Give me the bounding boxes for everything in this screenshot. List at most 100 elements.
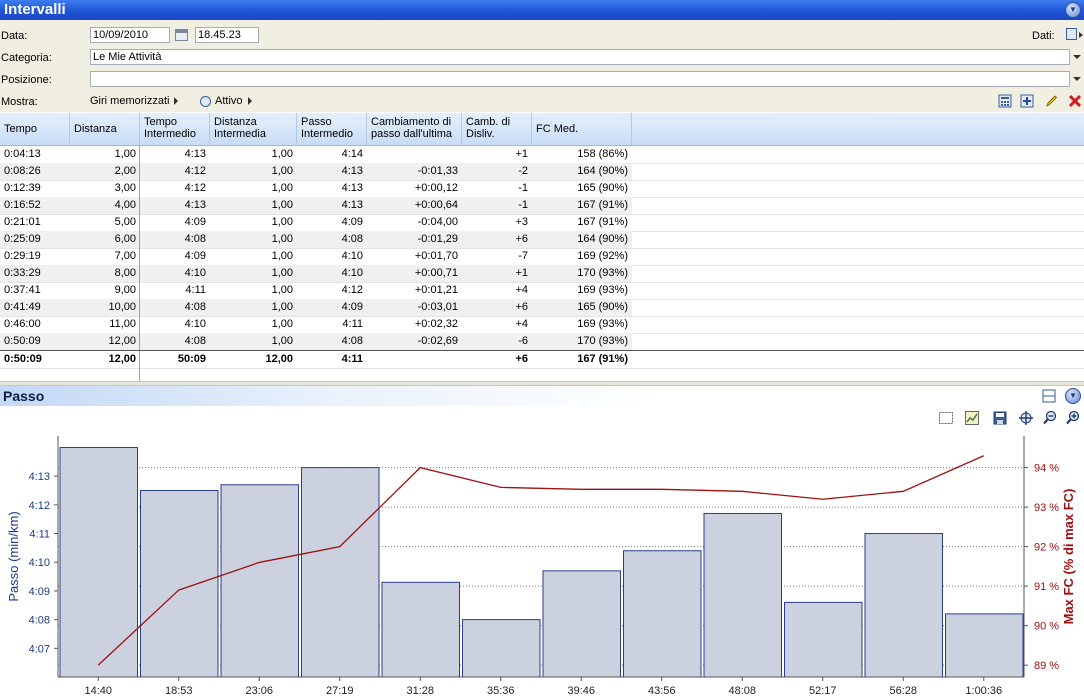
pace-chart[interactable]: 4:07 4:08 4:09 4:10 4:11 4:12 4:13 89 % 90 % 91 %… (0, 430, 1084, 700)
zoom-in-icon[interactable] (1065, 410, 1081, 426)
cell-passo-intermedio: 4:13 (341, 199, 363, 211)
cell-tempo-intermedio: 4:08 (184, 335, 206, 347)
cell-passo-intermedio: 4:14 (341, 148, 363, 160)
table-row[interactable]: 0:04:13 1,00 4:13 1,00 4:14 +1 158 (86%) (0, 146, 632, 163)
cell-tempo-intermedio: 4:08 (184, 233, 206, 245)
chevron-down-icon: ▼ (1069, 5, 1077, 14)
categoria-dropdown-arrow[interactable] (1073, 55, 1081, 59)
table-row[interactable]: 0:37:41 9,00 4:11 1,00 4:12 +0:01,21 +4 169 (93… (0, 282, 632, 299)
column-header-cambiamento-passo[interactable]: Cambiamento di passo dall'ultima (367, 113, 462, 145)
calculator-icon[interactable] (1066, 28, 1077, 40)
data-label: Data: (1, 30, 28, 42)
save-icon[interactable] (992, 410, 1008, 426)
cell-distanza-intermedia: 1,00 (271, 148, 293, 160)
posizione-label: Posizione: (1, 74, 52, 86)
right-axis-title: Max FC (% di max FC) (1061, 489, 1076, 625)
posizione-field[interactable] (90, 71, 1070, 87)
date-input[interactable]: 10/09/2010 (90, 27, 170, 43)
cell-tempo: 0:04:13 (4, 148, 41, 160)
pencil-icon[interactable] (1044, 94, 1058, 108)
cell-cambiamento-passo (367, 351, 462, 368)
calculator-icon[interactable] (998, 94, 1012, 108)
table-row[interactable]: 0:16:52 4,00 4:13 1,00 4:13 +0:00,64 -1 167 (91… (0, 197, 632, 214)
cell-fc-med: 158 (86%) (577, 148, 628, 160)
cell-distanza-intermedia: 1,00 (271, 318, 293, 330)
table-header: Tempo Distanza Tempo Intermedio Distanza In… (0, 113, 1084, 146)
left-tick-label: 4:07 (29, 643, 50, 655)
column-header-distanza[interactable]: Distanza (70, 113, 140, 145)
table-row[interactable]: 0:29:19 7,00 4:09 1,00 4:10 +0:01,70 -7 169 (92… (0, 248, 632, 265)
column-header-tempo[interactable]: Tempo (0, 113, 70, 145)
cell-passo-intermedio: 4:11 (342, 318, 363, 330)
add-row-icon[interactable] (1020, 94, 1034, 108)
left-tick-label: 4:08 (29, 615, 50, 627)
table-row[interactable]: 0:25:09 6,00 4:08 1,00 4:08 -0:01,29 +6 164 (90… (0, 231, 632, 248)
column-header-fc-med[interactable]: FC Med. (532, 113, 632, 145)
cell-tempo-intermedio: 4:08 (184, 301, 206, 313)
table-row[interactable]: 0:46:00 11,00 4:10 1,00 4:11 +0:02,32 +4 169 (9… (0, 316, 632, 333)
table-row[interactable]: 0:33:29 8,00 4:10 1,00 4:10 +0:00,71 +1 170 (93… (0, 265, 632, 282)
cell-tempo: 0:33:29 (4, 267, 41, 279)
frozen-column-divider (139, 145, 140, 381)
column-header-passo-intermedio[interactable]: Passo Intermedio (297, 113, 367, 145)
cell-cambiamento-passo: -0:02,69 (417, 335, 458, 347)
left-axis-title: Passo (min/km) (6, 511, 21, 601)
cell-distanza: 6,00 (114, 233, 136, 245)
cell-fc-med: 169 (93%) (577, 318, 628, 330)
categoria-field[interactable]: Le Mie Attività (90, 49, 1070, 65)
cell-distanza: 5,00 (114, 216, 136, 228)
cell-camb-disliv: +4 (515, 318, 528, 330)
bar-10 (864, 533, 943, 678)
collapse-panel-button[interactable]: ▼ (1065, 2, 1081, 18)
table-row[interactable]: 0:12:39 3,00 4:12 1,00 4:13 +0:00,12 -1 165 (90… (0, 180, 632, 197)
posizione-dropdown-arrow[interactable] (1073, 77, 1081, 81)
left-tick-label: 4:12 (29, 500, 50, 512)
cell-distanza: 2,00 (114, 165, 136, 177)
categoria-label: Categoria: (1, 52, 52, 64)
cell-tempo-intermedio: 4:10 (184, 318, 206, 330)
cell-tempo: 0:41:49 (4, 301, 41, 313)
column-header-tempo-intermedio[interactable]: Tempo Intermedio (140, 113, 210, 145)
table-row[interactable]: 0:41:49 10,00 4:08 1,00 4:09 -0:03,01 +6 165 (9… (0, 299, 632, 316)
cell-distanza-intermedia: 1,00 (271, 182, 293, 194)
giri-memorizzati-selector[interactable]: Giri memorizzati (90, 95, 179, 107)
time-input[interactable]: 18.45.23 (195, 27, 259, 43)
table-row[interactable]: 0:08:26 2,00 4:12 1,00 4:13 -0:01,33 -2 164 (90… (0, 163, 632, 180)
layout-toggle-icon[interactable] (1042, 389, 1056, 403)
left-tick-label: 4:11 (29, 529, 50, 541)
chart-detail-icon[interactable] (964, 410, 980, 426)
calendar-icon[interactable] (175, 29, 188, 41)
cell-tempo-intermedio: 4:10 (184, 267, 206, 279)
cell-passo-intermedio: 4:10 (341, 250, 363, 262)
cell-tempo-intermedio: 4:12 (184, 182, 206, 194)
cell-distanza-intermedia: 1,00 (271, 335, 293, 347)
x-tick-label: 48:08 (728, 685, 756, 697)
pan-icon[interactable] (1018, 410, 1034, 426)
cell-camb-disliv: -1 (518, 182, 528, 194)
cell-tempo: 0:29:19 (4, 250, 41, 262)
cell-distanza: 8,00 (114, 267, 136, 279)
dati-menu-arrow[interactable] (1079, 32, 1083, 38)
x-tick-label: 52:17 (809, 685, 837, 697)
cell-passo-intermedio: 4:09 (341, 301, 363, 313)
cell-cambiamento-passo (367, 146, 462, 163)
table-row[interactable]: 0:21:01 5,00 4:09 1,00 4:09 -0:04,00 +3 167 (91… (0, 214, 632, 231)
delete-icon[interactable] (1068, 94, 1082, 108)
chart-area-select-icon[interactable] (938, 410, 954, 426)
cell-tempo: 0:21:01 (4, 216, 41, 228)
cell-fc-med: 167 (91%) (577, 353, 628, 365)
table-total-row[interactable]: 0:50:09 12,00 50:09 12,00 4:11 +6 167 (91%) (0, 351, 632, 368)
mostra-label: Mostra: (1, 96, 38, 108)
window-titlebar: Intervalli ▼ (0, 0, 1084, 20)
attivo-selector[interactable]: Attivo (200, 95, 252, 107)
table-row[interactable]: 0:50:09 12,00 4:08 1,00 4:08 -0:02,69 -6 170 (9… (0, 333, 632, 350)
cell-passo-intermedio: 4:11 (341, 353, 363, 365)
column-header-camb-disliv[interactable]: Camb. di Disliv. (462, 113, 532, 145)
chart-collapse-button[interactable]: ▼ (1065, 388, 1081, 404)
column-header-distanza-intermedia[interactable]: Distanza Intermedia (210, 113, 297, 145)
bar-11 (945, 613, 1024, 678)
left-tick-label: 4:10 (29, 557, 50, 569)
cell-fc-med: 164 (90%) (577, 233, 628, 245)
cell-camb-disliv: +3 (515, 216, 528, 228)
zoom-out-icon[interactable] (1042, 410, 1058, 426)
